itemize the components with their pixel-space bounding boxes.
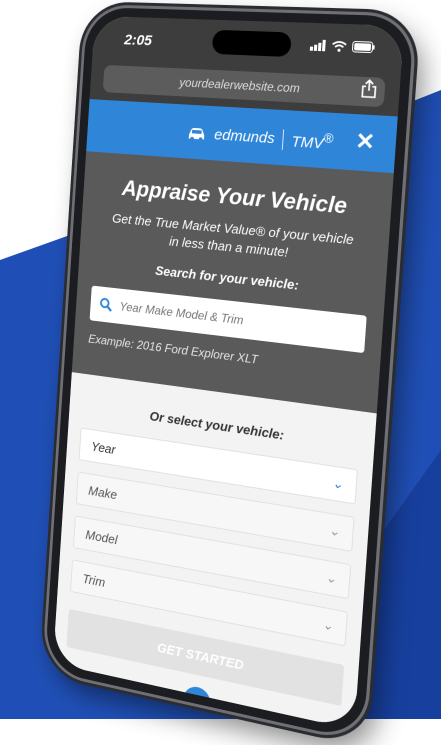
close-button[interactable]: ✕ <box>355 128 376 155</box>
url-field[interactable]: yourdealerwebsite.com <box>102 64 386 108</box>
search-input[interactable] <box>117 298 335 340</box>
signal-icon <box>309 39 326 52</box>
status-time: 2:05 <box>123 31 153 50</box>
search-icon <box>99 297 113 312</box>
phone-mockup: 2:05 yourdealerwebsite.com edmunds TMV® … <box>41 3 418 745</box>
car-icon <box>189 127 206 142</box>
appraise-panel: Appraise Your Vehicle Get the True Marke… <box>71 151 394 414</box>
dynamic-island <box>211 29 292 58</box>
wifi-icon <box>331 40 347 52</box>
brand-logo: edmunds TMV® <box>87 116 334 153</box>
share-icon[interactable] <box>361 79 377 99</box>
battery-icon <box>352 41 376 53</box>
chevron-down-icon: ⌄ <box>321 616 334 634</box>
chevron-down-icon: ⌄ <box>331 474 344 493</box>
chevron-down-icon: ⌄ <box>324 569 338 587</box>
chevron-down-icon: ⌄ <box>328 522 341 540</box>
brand-name: edmunds <box>213 126 276 148</box>
product-name: TMV® <box>290 130 334 153</box>
phone-screen: 2:05 yourdealerwebsite.com edmunds TMV® … <box>52 15 405 730</box>
brand-divider <box>281 128 285 150</box>
url-text: yourdealerwebsite.com <box>179 75 301 96</box>
status-icons <box>309 39 376 53</box>
